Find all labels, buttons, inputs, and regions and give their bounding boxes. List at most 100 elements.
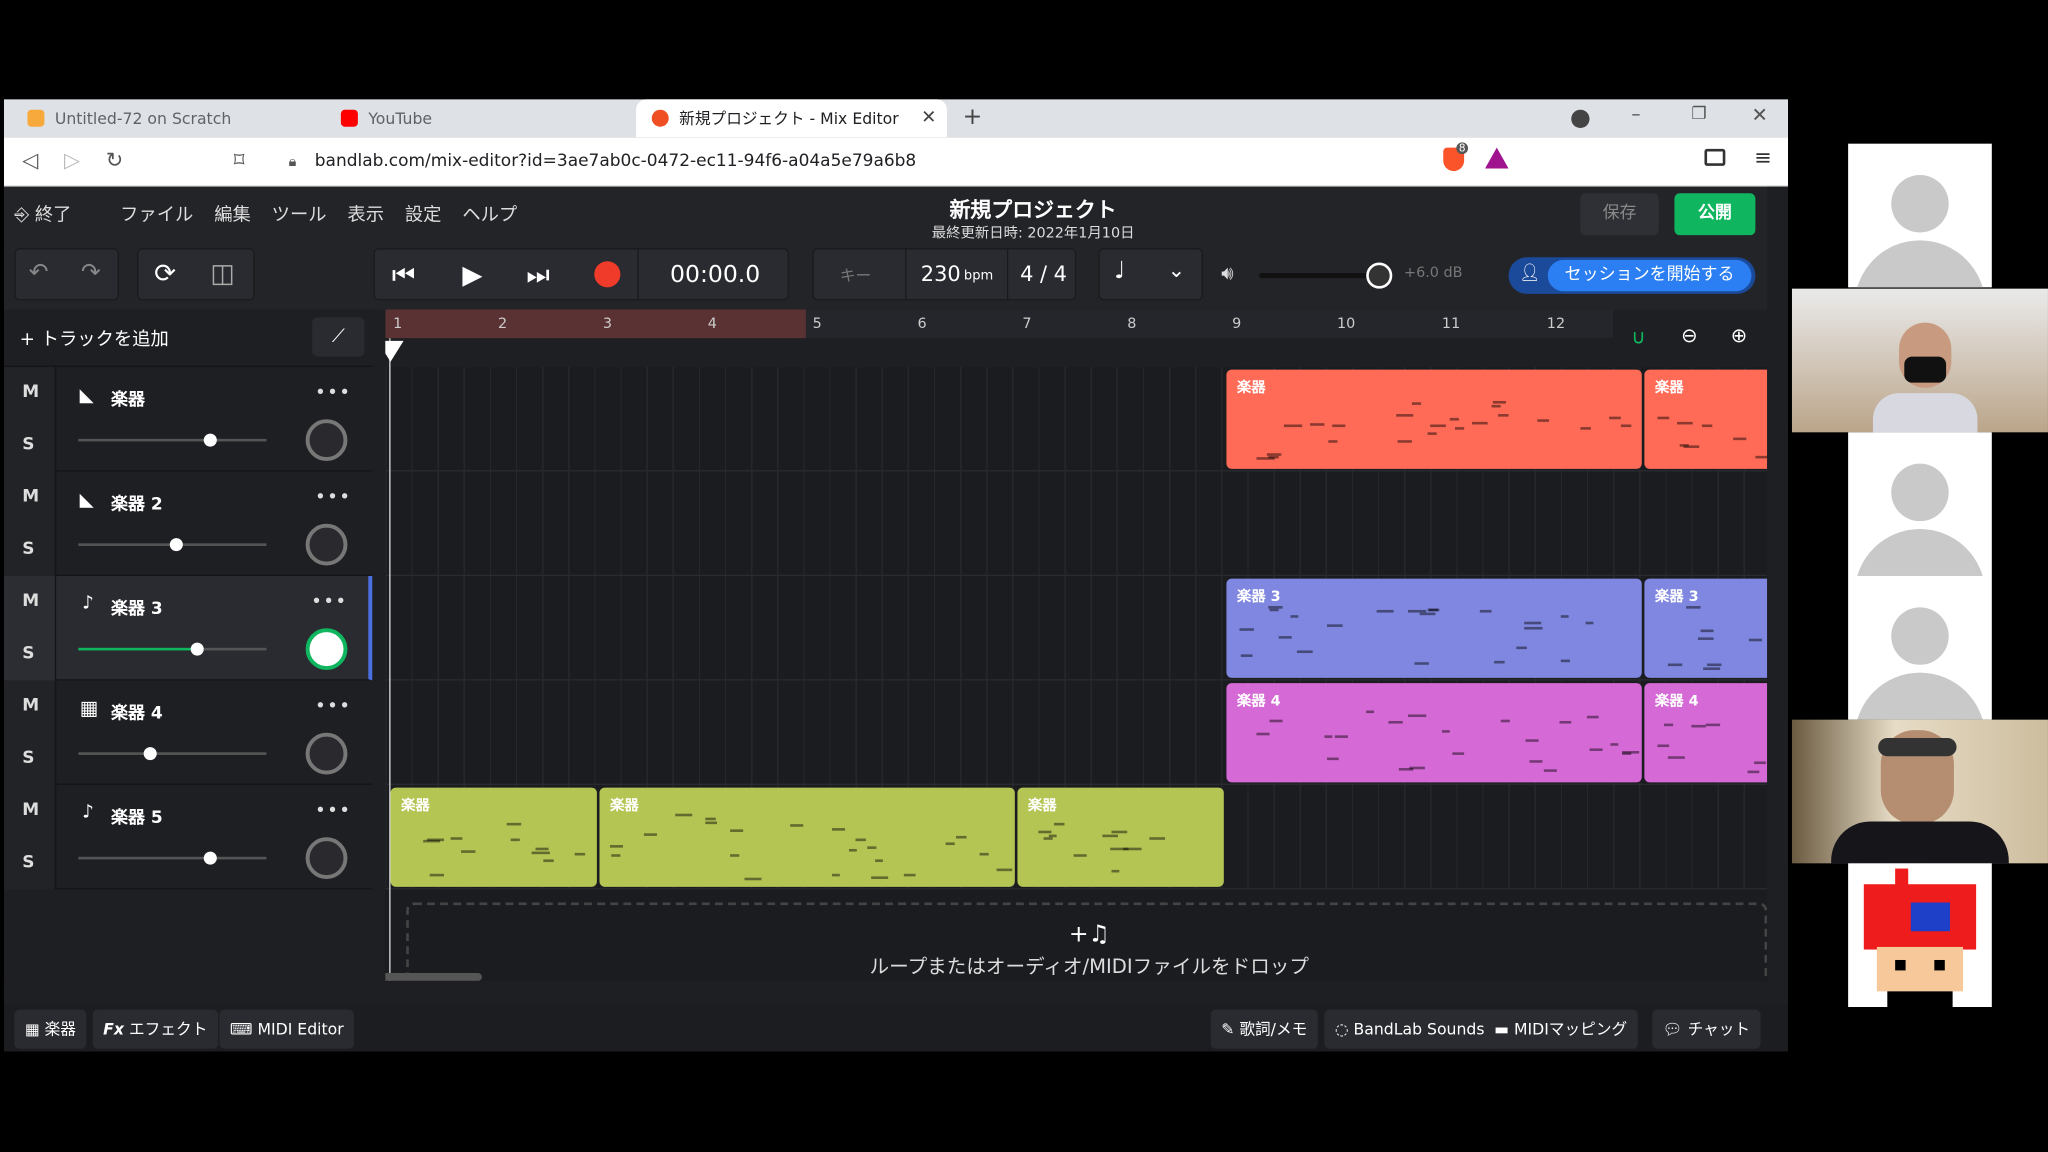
slider-knob[interactable] <box>203 851 217 865</box>
project-title[interactable]: 新規プロジェクト <box>896 192 1170 223</box>
lane-5[interactable]: 楽器 楽器 楽器 <box>385 784 1768 890</box>
minimize-icon[interactable]: – <box>1631 104 1640 125</box>
skip-forward-icon[interactable]: ⏭ <box>526 259 550 290</box>
restore-icon[interactable]: ❐ <box>1691 104 1706 124</box>
playhead-handle[interactable] <box>385 340 404 362</box>
horizontal-scrollbar[interactable] <box>385 973 482 981</box>
mute-button[interactable]: M <box>22 696 39 716</box>
speaker-icon[interactable]: 🔊︎ <box>1221 261 1233 285</box>
clip[interactable]: 楽器 <box>599 787 1015 887</box>
ruler[interactable]: 1 2 3 4 5 6 7 8 9 10 11 12 <box>385 309 1768 339</box>
time-signature[interactable]: 4 / 4 <box>1020 261 1067 286</box>
midi-mapping-button[interactable]: ▬ MIDIマッピング <box>1483 1009 1638 1049</box>
clip[interactable]: 楽器 4 <box>1226 683 1642 783</box>
track-options-icon[interactable]: ••• <box>315 696 351 717</box>
solo-button[interactable]: S <box>22 539 34 559</box>
new-tab-button[interactable]: + <box>963 103 983 130</box>
playhead[interactable] <box>389 338 391 981</box>
magnet-icon[interactable]: ∪ <box>1631 325 1645 349</box>
lane-1[interactable]: 楽器 楽器 <box>385 367 1768 472</box>
track-name[interactable]: 楽器 <box>111 385 145 411</box>
record-button[interactable] <box>594 261 621 288</box>
drop-zone[interactable]: +♫ ループまたはオーディオ/MIDIファイルをドロップ <box>406 902 1768 981</box>
master-volume-slider[interactable] <box>1259 262 1393 289</box>
add-track-button[interactable]: + トラックを追加 <box>20 325 169 351</box>
mute-button[interactable]: M <box>22 383 39 403</box>
brave-rewards-icon[interactable] <box>1485 147 1509 169</box>
track-1[interactable]: MS ◣ 楽器 ••• <box>3 367 373 472</box>
undo-icon[interactable]: ↶ <box>29 259 49 286</box>
lyrics-button[interactable]: ✎ 歌詞/メモ <box>1210 1009 1318 1049</box>
publish-button[interactable]: 公開 <box>1674 193 1756 236</box>
lane-4[interactable]: 楽器 4 楽器 4 <box>385 680 1768 785</box>
track-volume-slider[interactable] <box>78 747 267 761</box>
track-4[interactable]: MS ▦ 楽器 4 ••• <box>3 680 373 785</box>
redo-icon[interactable]: ↷ <box>81 259 101 286</box>
track-name[interactable]: 楽器 5 <box>111 803 163 828</box>
skip-back-icon[interactable]: ⏮ <box>392 259 416 290</box>
zoom-in-icon[interactable]: ⊕ <box>1731 324 1747 348</box>
pan-knob[interactable] <box>305 523 348 566</box>
clip[interactable]: 楽器 <box>1226 369 1642 469</box>
track-5[interactable]: MS ♪ 楽器 5 ••• <box>3 784 373 890</box>
bandlab-sounds-button[interactable]: ◌ BandLab Sounds <box>1324 1009 1495 1049</box>
vertical-scrollbar[interactable] <box>1767 186 1789 1052</box>
exit-button[interactable]: ⎆ 終了 <box>14 201 71 227</box>
menu-help[interactable]: ヘルプ <box>462 201 517 227</box>
url-field[interactable]: 🔒︎ bandlab.com/mix-editor?id=3ae7ab0c-04… <box>272 144 1431 179</box>
track-options-icon[interactable]: ••• <box>315 383 351 404</box>
track-name[interactable]: 楽器 2 <box>111 490 163 515</box>
track-volume-slider[interactable] <box>78 642 267 656</box>
tab-mix-editor[interactable]: 新規プロジェクト - Mix Editor ✕ <box>636 99 947 138</box>
instrument-button[interactable]: ▦ 楽器 <box>14 1009 87 1049</box>
clip[interactable]: 楽器 <box>1017 787 1224 887</box>
pan-knob[interactable] <box>305 628 348 671</box>
menu-file[interactable]: ファイル <box>120 201 193 227</box>
track-2[interactable]: MS ◣ 楽器 2 ••• <box>3 471 373 576</box>
key-selector[interactable]: キー <box>840 264 871 286</box>
effects-button[interactable]: Fx エフェクト <box>92 1009 218 1049</box>
slider-knob[interactable] <box>203 433 217 447</box>
solo-button[interactable]: S <box>22 853 34 873</box>
forward-icon[interactable]: ▷ <box>64 148 80 173</box>
chevron-down-icon[interactable]: ⌄ <box>1168 257 1186 282</box>
clip[interactable]: 楽器 3 <box>1644 578 1768 678</box>
solo-button[interactable]: S <box>22 435 34 455</box>
clip[interactable]: 楽器 <box>1644 369 1768 469</box>
back-icon[interactable]: ◁ <box>22 148 38 173</box>
track-volume-slider[interactable] <box>78 433 267 447</box>
clip[interactable]: 楽器 3 <box>1226 578 1642 678</box>
track-volume-slider[interactable] <box>78 538 267 552</box>
zoom-out-icon[interactable]: ⊖ <box>1681 324 1697 348</box>
mute-button[interactable]: M <box>22 801 39 821</box>
tab-youtube[interactable]: YouTube <box>325 99 633 137</box>
slider-knob[interactable] <box>143 747 157 761</box>
midi-editor-button[interactable]: ⌨ MIDI Editor <box>219 1009 355 1049</box>
play-icon[interactable]: ▶ <box>462 259 482 290</box>
lane-3[interactable]: 楽器 3 楽器 3 <box>385 575 1768 681</box>
clip[interactable]: 楽器 4 <box>1644 683 1768 783</box>
clip[interactable]: 楽器 <box>390 787 597 887</box>
bpm-value[interactable]: 230 <box>921 261 961 286</box>
pan-knob[interactable] <box>305 419 348 462</box>
menu-tools[interactable]: ツール <box>272 201 327 227</box>
split-icon[interactable]: ◫ <box>210 257 235 288</box>
browser-menu-icon[interactable]: ≡ <box>1754 145 1772 170</box>
menu-settings[interactable]: 設定 <box>405 201 442 227</box>
save-button[interactable]: 保存 <box>1580 193 1659 236</box>
track-volume-slider[interactable] <box>78 851 267 865</box>
timeline[interactable]: 1 2 3 4 5 6 7 8 9 10 11 12 ∪ ⊖ ⊕ 楽器 楽器 楽器 3 楽器 3 楽器… <box>385 309 1768 981</box>
profile-dropdown-icon[interactable] <box>1571 109 1590 128</box>
tab-scratch[interactable]: Untitled-72 on Scratch <box>12 99 323 137</box>
bookmark-icon[interactable]: ⌑ <box>234 148 245 173</box>
track-options-icon[interactable]: ••• <box>315 801 351 822</box>
close-window-icon[interactable]: ✕ <box>1751 103 1767 127</box>
close-tab-icon[interactable]: ✕ <box>921 107 936 128</box>
slider-knob[interactable] <box>169 538 183 552</box>
track-options-icon[interactable]: ••• <box>311 592 347 613</box>
pan-knob[interactable] <box>305 732 348 775</box>
start-session-button[interactable]: セッションを開始する <box>1547 259 1752 292</box>
mute-button[interactable]: M <box>22 487 39 507</box>
pan-knob[interactable] <box>305 837 348 880</box>
track-name[interactable]: 楽器 3 <box>111 594 163 619</box>
